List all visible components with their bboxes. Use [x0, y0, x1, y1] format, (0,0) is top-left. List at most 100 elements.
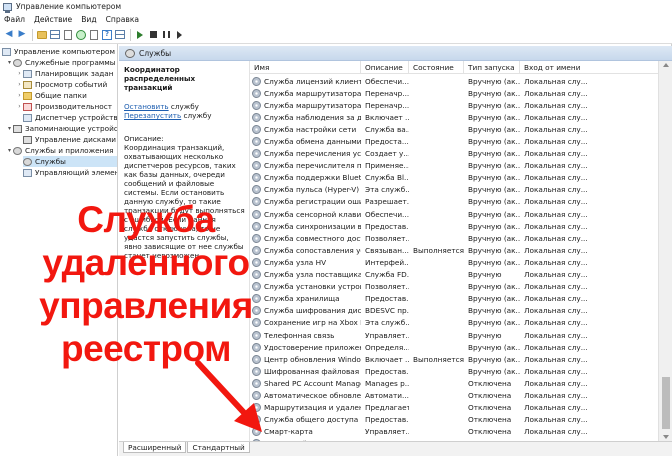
collapse-icon[interactable]: ▾	[6, 125, 13, 132]
table-row[interactable]: Служба хранилища Предостав... Вручную (ак.…	[250, 293, 658, 305]
scroll-down-icon[interactable]	[663, 435, 669, 439]
computer-management-icon	[3, 2, 12, 13]
table-row[interactable]: Служба сенсорной клавиа... Обеспечи... Вру…	[250, 208, 658, 220]
cell-text: Shared PC Account Manager	[264, 378, 361, 388]
clock-icon	[23, 69, 32, 78]
table-row[interactable]: Служба шифрования диск... BDESVC пр... Вру…	[250, 305, 658, 317]
column-header-status[interactable]: Состояние	[409, 61, 464, 74]
collapse-icon[interactable]: ▾	[6, 147, 13, 154]
forward-arrow-icon[interactable]: ▶	[16, 29, 28, 41]
annotation-line: удаленного	[42, 242, 250, 283]
tree-root[interactable]: Управление компьютером (л	[2, 46, 117, 57]
stop-service-icon[interactable]	[147, 29, 159, 41]
tab-extended[interactable]: Расширенный	[123, 442, 187, 453]
tree-item-storage[interactable]: ▾ Запоминающие устройст	[6, 123, 117, 134]
tree-item-device-manager[interactable]: Диспетчер устройств	[23, 112, 117, 123]
cell-description: Разрешает...	[361, 196, 409, 208]
menu-help[interactable]: Справка	[106, 15, 139, 24]
services-apps-icon	[13, 146, 22, 155]
refresh-icon[interactable]	[75, 29, 87, 41]
expand-icon[interactable]: ›	[16, 103, 23, 110]
column-header-description[interactable]: Описание	[361, 61, 409, 74]
table-row[interactable]: Сохранение игр на Xbox Li... Эта служб...…	[250, 317, 658, 329]
column-header-name[interactable]: Имя	[250, 61, 361, 74]
tree-item-shared-folders[interactable]: › Общие папки	[16, 90, 87, 101]
restart-service-icon[interactable]	[173, 29, 185, 41]
tree-item-wmi-control[interactable]: Управляющий элемен	[23, 167, 117, 178]
table-row[interactable]: Смарт-карта Управляет... Отключена Локальна…	[250, 426, 658, 438]
expand-icon[interactable]: ›	[16, 81, 23, 88]
expand-icon[interactable]: ›	[16, 92, 23, 99]
cell-text: Служба ва...	[365, 124, 409, 134]
table-row[interactable]: Служба регистрации оши... Разрешает... Вру…	[250, 196, 658, 208]
menu-action[interactable]: Действие	[34, 15, 72, 24]
stop-service-link[interactable]: Остановить	[124, 102, 169, 111]
table-row[interactable]: Служба обмена данными ... Предоста... Вруч…	[250, 135, 658, 147]
table-row[interactable]: Телефонная связь Управляет... Вручную Локал…	[250, 329, 658, 341]
table-row[interactable]: Служба перечислителя п... Применяе... Вруч…	[250, 160, 658, 172]
cell-text: Вручную	[468, 330, 502, 340]
tree-item-event-viewer[interactable]: › Просмотр событий	[16, 79, 107, 90]
scrollbar-thumb[interactable]	[662, 377, 670, 429]
restart-service-link[interactable]: Перезапустить	[124, 111, 181, 120]
table-row[interactable]: Служба настройки сети Служба ва... Вручную…	[250, 123, 658, 135]
table-row[interactable]: Маршрутизация и удален... Предлагает... От…	[250, 402, 658, 414]
start-service-icon[interactable]	[134, 29, 146, 41]
export-list-icon[interactable]	[88, 29, 100, 41]
menu-view[interactable]: Вид	[81, 15, 96, 24]
table-row[interactable]: Служба пульса (Hyper-V) Эта служб... Вручн…	[250, 184, 658, 196]
cell-startup-type: Вручную (ак...	[464, 135, 520, 147]
table-row[interactable]: Служба общего доступа к ... Предостав... О…	[250, 414, 658, 426]
tree-item-system-tools[interactable]: ▾ Служебные программы	[6, 57, 116, 68]
table-row[interactable]: Shared PC Account Manager Manages p... Отк…	[250, 377, 658, 389]
table-row[interactable]: Служба наблюдения за да... Включает ... Вр…	[250, 111, 658, 123]
table-row[interactable]: Служба лицензий клиента... Обеспечи... Вру…	[250, 75, 658, 87]
table-row[interactable]: Автоматическое обновле... Автомати... Откл…	[250, 389, 658, 401]
table-row[interactable]: Служба маршрутизатора ... Переначр... Вруч…	[250, 87, 658, 99]
cell-text: Позволяет...	[365, 282, 409, 292]
vertical-scrollbar[interactable]	[658, 61, 672, 441]
properties-icon[interactable]	[62, 29, 74, 41]
table-row[interactable]: Служба установки устрой... Позволяет... Вр…	[250, 281, 658, 293]
table-row[interactable]: Центр обновления Windows Включает ... Выпо…	[250, 353, 658, 365]
cell-text: Обеспечи...	[365, 209, 409, 219]
table-row[interactable]: Служба узла поставщика ... Служба FD... Вр…	[250, 269, 658, 281]
table-row[interactable]: Служба совместного дост... Позволяет... Вр…	[250, 232, 658, 244]
table-row[interactable]: Служба сопоставления ус... Связыван... Вып…	[250, 244, 658, 256]
table-row[interactable]: Служба синхронизации вр... Предостав... Вр…	[250, 220, 658, 232]
cell-startup-type: Отключена	[464, 414, 520, 426]
column-header-startup-type[interactable]: Тип запуска	[464, 61, 520, 74]
action-pane-icon[interactable]	[114, 29, 126, 41]
table-row[interactable]: Служба маршрутизатора ... Переначр... Вруч…	[250, 99, 658, 111]
table-row[interactable]: Служба поддержки Blueto... Служба Bl... Вр…	[250, 172, 658, 184]
cell-startup-type: Вручную (ак...	[464, 99, 520, 111]
help-icon[interactable]: ?	[101, 29, 113, 41]
cell-text: Вручную (ак...	[468, 137, 520, 147]
cell-text: Отключена	[468, 378, 512, 388]
column-header-log-on-as[interactable]: Вход от имени	[520, 61, 658, 74]
back-arrow-icon[interactable]: ◀	[3, 29, 15, 41]
scroll-up-icon[interactable]	[663, 63, 669, 67]
tree-item-performance[interactable]: › Производительност	[16, 101, 112, 112]
tree-item-task-scheduler[interactable]: › Планировщик задан	[16, 68, 113, 79]
table-row[interactable]: Служба перечисления уст... Создает у... Вр…	[250, 148, 658, 160]
storage-icon	[13, 124, 22, 133]
pause-service-icon[interactable]	[160, 29, 172, 41]
cell-text: Вручную (ак...	[468, 173, 520, 183]
collapse-icon[interactable]: ▾	[6, 59, 13, 66]
menu-file[interactable]: Файл	[4, 15, 25, 24]
show-console-tree-icon[interactable]	[49, 29, 61, 41]
cell-text: Разрешает...	[365, 197, 409, 207]
table-row[interactable]: Служба узла HV Интерфей... Вручную (ак... Л…	[250, 256, 658, 268]
tree-item-services[interactable]: Службы	[23, 156, 117, 167]
tree-item-services-and-apps[interactable]: ▾ Службы и приложения	[6, 145, 114, 156]
cell-description: Предостав...	[361, 414, 409, 426]
tab-standard[interactable]: Стандартный	[187, 442, 250, 453]
table-row[interactable]: Шифрованная файловая с... Предостав... Вру…	[250, 365, 658, 377]
menu-bar: Файл Действие Вид Справка	[0, 13, 672, 26]
expand-icon[interactable]: ›	[16, 70, 23, 77]
table-row[interactable]: Удостоверение приложения Определя... Вручн…	[250, 341, 658, 353]
toolbar-separator	[130, 28, 131, 41]
up-folder-icon[interactable]	[36, 29, 48, 41]
tree-item-disk-management[interactable]: Управление дисками	[23, 134, 116, 145]
